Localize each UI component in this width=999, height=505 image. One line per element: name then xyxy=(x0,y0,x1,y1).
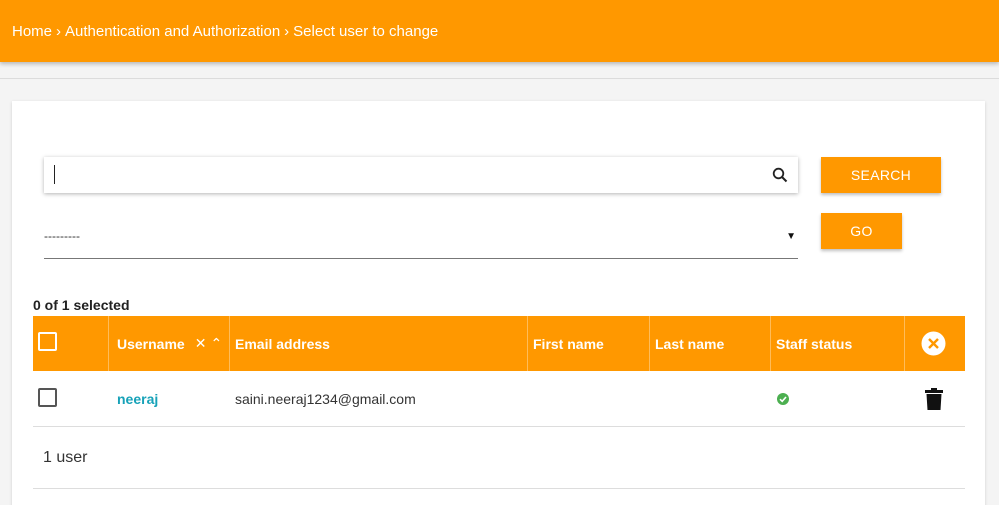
column-divider xyxy=(904,316,905,371)
column-username-label: Username xyxy=(117,335,185,352)
staff-status-cell xyxy=(777,371,789,427)
breadcrumb-separator: › xyxy=(284,22,290,40)
column-last-name-label: Last name xyxy=(655,335,725,352)
breadcrumb-separator: › xyxy=(56,22,62,40)
breadcrumb-app[interactable]: Authentication and Authorization xyxy=(65,23,280,40)
delete-button[interactable] xyxy=(925,371,943,427)
remove-sort-icon[interactable]: ✕ xyxy=(195,335,207,352)
column-divider xyxy=(770,316,771,371)
changelist-card: SEARCH --------- ▼ GO 0 of 1 selected Us… xyxy=(12,101,985,505)
column-divider xyxy=(229,316,230,371)
header-bar: Home › Authentication and Authorization › Se… xyxy=(0,0,999,62)
column-last-name[interactable]: Last name xyxy=(655,316,724,371)
column-divider xyxy=(649,316,650,371)
search-button[interactable]: SEARCH xyxy=(821,157,941,193)
column-username[interactable]: Username ✕ ⌃ xyxy=(117,316,222,371)
search-bar xyxy=(44,157,798,193)
column-staff-status-label: Staff status xyxy=(776,335,853,352)
select-all-checkbox[interactable] xyxy=(38,332,57,351)
dropdown-arrow-icon: ▼ xyxy=(786,230,796,242)
check-circle-icon xyxy=(777,393,789,405)
table-header: Username ✕ ⌃ Email address First name La… xyxy=(33,316,965,371)
search-icon[interactable] xyxy=(762,167,798,183)
table-row: neeraj saini.neeraj1234@gmail.com xyxy=(33,371,965,427)
selection-counter: 0 of 1 selected xyxy=(33,297,130,313)
column-staff-status[interactable]: Staff status xyxy=(776,316,852,371)
sort-ascending-icon[interactable]: ⌃ xyxy=(210,335,222,352)
go-button[interactable]: GO xyxy=(821,213,902,249)
email-cell: saini.neeraj1234@gmail.com xyxy=(235,391,416,407)
column-divider xyxy=(108,316,109,371)
column-email[interactable]: Email address xyxy=(235,316,330,371)
trash-icon xyxy=(925,388,943,410)
username-link[interactable]: neeraj xyxy=(117,391,158,407)
breadcrumb: Home › Authentication and Authorization › Se… xyxy=(12,23,438,40)
column-email-label: Email address xyxy=(235,335,330,352)
action-select[interactable]: --------- ▼ xyxy=(44,214,798,259)
close-circle-icon xyxy=(921,331,946,356)
divider xyxy=(33,488,965,489)
column-first-name-label: First name xyxy=(533,335,604,352)
row-select-checkbox[interactable] xyxy=(38,388,57,407)
search-input[interactable] xyxy=(44,157,762,193)
text-cursor xyxy=(54,165,55,184)
action-select-value: --------- xyxy=(44,229,80,243)
divider xyxy=(0,78,999,79)
result-count: 1 user xyxy=(43,449,88,466)
breadcrumb-current: Select user to change xyxy=(293,22,439,40)
column-divider xyxy=(527,316,528,371)
breadcrumb-home[interactable]: Home xyxy=(12,23,52,40)
clear-filters-button[interactable] xyxy=(921,316,946,371)
column-first-name[interactable]: First name xyxy=(533,316,604,371)
